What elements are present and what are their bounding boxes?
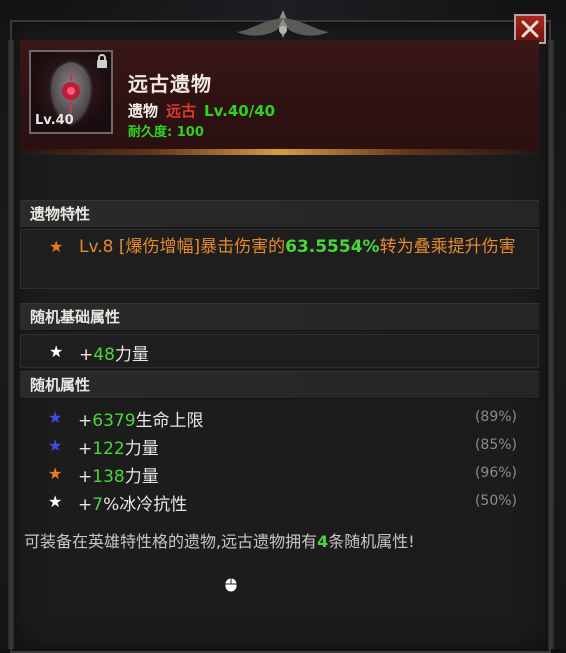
- lock-icon: [97, 54, 107, 68]
- item-meta-line: 遗物 远古 Lv.40/40: [128, 100, 275, 121]
- attr-roll-percent: (89%): [474, 409, 517, 425]
- item-rarity: 远古: [166, 102, 197, 120]
- close-icon: [521, 20, 539, 38]
- random-attr-row: ★ +6379生命上限 (89%): [48, 408, 517, 431]
- base-attr-row: ★ +48力量: [20, 334, 539, 368]
- panel-left-edge: [8, 40, 14, 649]
- panel-right-edge: [548, 40, 554, 649]
- star-icon: ★: [48, 492, 63, 511]
- trait-row: ★ Lv.8 [爆伤增幅]暴击伤害的63.5554%转为叠乘提升伤害: [20, 229, 539, 289]
- item-level: Lv.40/40: [204, 102, 276, 120]
- star-icon: ★: [48, 464, 63, 483]
- random-attr-row: ★ +7%冰冷抗性 (50%): [48, 492, 517, 515]
- attr-roll-percent: (50%): [474, 493, 517, 509]
- star-icon: ★: [48, 408, 63, 427]
- icon-level-label: Lv.40: [35, 113, 74, 128]
- footer-note: 可装备在英雄特性格的遗物,远古遗物拥有4条随机属性!: [24, 532, 415, 551]
- attr-roll-percent: (96%): [474, 465, 517, 481]
- random-attr-row: ★ +122力量 (85%): [48, 436, 517, 459]
- star-icon: ★: [49, 342, 64, 361]
- star-icon: ★: [48, 436, 63, 455]
- random-attr-count: 4: [317, 532, 329, 551]
- item-icon-slot[interactable]: Lv.40: [29, 50, 113, 134]
- star-icon: ★: [49, 237, 64, 256]
- item-durability: 耐久度: 100: [128, 125, 204, 140]
- section-relic-trait: 遗物特性: [20, 200, 539, 228]
- trait-text: Lv.8 [爆伤增幅]暴击伤害的63.5554%转为叠乘提升伤害: [79, 237, 516, 257]
- section-random-attr: 随机属性: [20, 371, 539, 399]
- trait-value: 63.5554%: [285, 237, 380, 257]
- header-divider-glow: [20, 149, 539, 155]
- attr-roll-percent: (85%): [474, 437, 517, 453]
- attr-text: +48力量: [79, 345, 149, 365]
- item-type: 遗物: [128, 102, 159, 120]
- section-base-attr: 随机基础属性: [20, 303, 539, 331]
- random-attr-row: ★ +138力量 (96%): [48, 464, 517, 487]
- item-name: 远古遗物: [128, 72, 212, 96]
- mouse-cursor-icon: [224, 577, 238, 593]
